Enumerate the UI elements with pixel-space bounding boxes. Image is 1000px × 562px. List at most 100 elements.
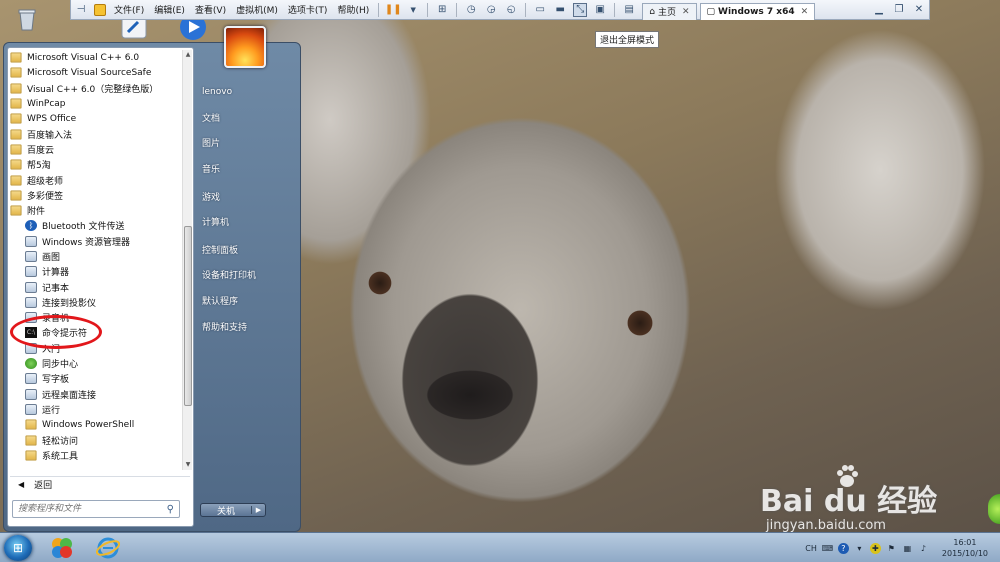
start-right-item[interactable]: 音乐 — [202, 156, 298, 182]
program-item[interactable]: 多彩便签 — [10, 188, 182, 203]
search-input[interactable] — [18, 502, 158, 516]
program-label: 运行 — [42, 405, 61, 416]
program-item[interactable]: 同步中心 — [10, 356, 182, 371]
projector-icon — [25, 296, 37, 308]
program-item[interactable]: 帮5淘 — [10, 157, 182, 172]
folder-icon — [25, 435, 37, 446]
view-console-icon[interactable]: ▭ — [533, 3, 547, 17]
program-item[interactable]: 计算器 — [10, 264, 182, 279]
pause-icon[interactable]: ❚❚ — [385, 3, 402, 17]
menu-view[interactable]: 查看(V) — [190, 3, 231, 16]
menu-vm[interactable]: 虚拟机(M) — [231, 3, 283, 16]
unity-icon[interactable]: ▣ — [593, 3, 607, 17]
menu-help[interactable]: 帮助(H) — [332, 3, 374, 16]
network-tray-icon[interactable]: ▦ — [902, 543, 913, 554]
menu-edit[interactable]: 编辑(E) — [149, 3, 190, 16]
program-item[interactable]: Microsoft Visual SourceSafe — [10, 65, 182, 80]
program-label: 记事本 — [42, 283, 70, 294]
program-item[interactable]: Visual C++ 6.0（完整绿色版） — [10, 81, 182, 96]
volume-icon[interactable]: ♪ — [918, 543, 929, 554]
program-item[interactable]: Windows PowerShell — [10, 417, 182, 432]
program-item[interactable]: 写字板 — [10, 371, 182, 386]
program-item[interactable]: 超级老师 — [10, 172, 182, 187]
start-button[interactable]: ⊞ — [4, 535, 32, 561]
program-item[interactable]: Microsoft Visual C++ 6.0 — [10, 50, 182, 65]
recycle-bin-icon[interactable] — [14, 6, 40, 32]
scroll-thumb[interactable] — [184, 226, 192, 406]
snapshot-manager-icon[interactable]: ◵ — [504, 3, 518, 17]
program-item[interactable]: 连接到投影仪 — [10, 295, 182, 310]
scroll-up-icon[interactable]: ▲ — [184, 51, 192, 59]
search-box[interactable]: ⚲ — [12, 500, 180, 518]
program-item[interactable]: 记事本 — [10, 279, 182, 294]
start-right-item[interactable]: lenovo — [202, 79, 298, 105]
start-right-item[interactable]: 计算机 — [202, 209, 298, 235]
program-item[interactable]: 百度输入法 — [10, 126, 182, 141]
program-label: 写字板 — [42, 375, 70, 386]
minimize-icon[interactable]: ▁ — [872, 3, 886, 17]
program-item[interactable]: WinPcap — [10, 96, 182, 111]
security-icon[interactable]: ✚ — [869, 542, 881, 554]
vm-toolbar-pin-icon[interactable]: ⊣ — [74, 3, 88, 17]
revert-snapshot-icon[interactable]: ◶ — [484, 3, 498, 17]
program-item[interactable]: 百度云 — [10, 142, 182, 157]
view-quick-switch-icon[interactable]: ▬ — [553, 3, 567, 17]
shutdown-button[interactable]: 关机 ▶ — [200, 503, 266, 517]
program-item[interactable]: 画图 — [10, 249, 182, 264]
scrollbar[interactable]: ▲ ▼ — [182, 50, 192, 470]
language-indicator[interactable]: CH — [805, 544, 817, 553]
help-icon[interactable]: ? — [837, 542, 849, 554]
shutdown-label: 关机 — [216, 506, 235, 517]
start-right-item[interactable]: 帮助和支持 — [202, 313, 298, 339]
shutdown-options-icon[interactable]: ▶ — [251, 506, 265, 514]
start-right-item[interactable]: 文档 — [202, 105, 298, 131]
taskbar-ie[interactable] — [88, 535, 128, 561]
folder-icon — [25, 419, 37, 430]
close-icon[interactable]: ✕ — [682, 7, 690, 17]
program-item[interactable]: WPS Office — [10, 111, 182, 126]
snapshot-icon[interactable]: ◷ — [464, 3, 478, 17]
notepad-icon — [25, 281, 37, 293]
taskbar-app-1[interactable] — [42, 535, 82, 561]
menu-file[interactable]: 文件(F) — [109, 3, 149, 16]
program-item[interactable]: 运行 — [10, 402, 182, 417]
start-right-item[interactable]: 控制面板 — [202, 237, 298, 263]
program-item[interactable]: 附件 — [10, 203, 182, 218]
exit-fullscreen-icon[interactable]: ⤡ — [573, 2, 588, 17]
bluetooth-icon: ᛒ — [25, 220, 37, 232]
program-label: 百度输入法 — [27, 130, 73, 141]
search-icon[interactable]: ⚲ — [167, 504, 174, 515]
program-label: 轻松访问 — [42, 436, 79, 447]
toolbar-separator — [614, 2, 616, 17]
action-center-flag-icon[interactable]: ⚑ — [886, 543, 897, 554]
network-icon[interactable]: ⊞ — [435, 3, 449, 17]
program-item[interactable]: 轻松访问 — [10, 432, 182, 447]
close-icon[interactable]: ✕ — [801, 7, 809, 17]
tab-home[interactable]: ⌂ 主页 ✕ — [642, 2, 697, 20]
program-label: Microsoft Visual SourceSafe — [27, 67, 152, 78]
user-avatar[interactable] — [224, 26, 266, 68]
back-button[interactable]: ◀ 返回 — [10, 476, 190, 492]
tab-windows7[interactable]: ▢ Windows 7 x64 ✕ — [699, 2, 816, 20]
close-window-icon[interactable]: ✕ — [912, 3, 926, 17]
program-item[interactable]: ᛒ Bluetooth 文件传送 — [10, 218, 182, 233]
library-icon[interactable]: ▤ — [622, 3, 636, 17]
start-right-item[interactable]: 默认程序 — [202, 288, 298, 314]
keyboard-icon[interactable]: ⌨ — [822, 543, 834, 554]
folder-icon — [10, 98, 22, 109]
chevron-down-icon[interactable]: ▼ — [406, 3, 420, 17]
start-menu-right-pane: lenovo 文档 图片 音乐 游戏 计算机 控制面板 设备和打印机 默认程序 帮助和支持 — [202, 79, 298, 339]
program-item[interactable]: Windows 资源管理器 — [10, 234, 182, 249]
restore-icon[interactable]: ❐ — [892, 3, 906, 17]
program-item[interactable]: 远程桌面连接 — [10, 387, 182, 402]
scroll-down-icon[interactable]: ▼ — [184, 461, 192, 469]
program-label: 多彩便签 — [27, 191, 64, 202]
start-right-item[interactable]: 游戏 — [202, 183, 298, 209]
start-right-item[interactable]: 图片 — [202, 130, 298, 156]
floating-widget-icon[interactable] — [988, 494, 1000, 524]
start-right-item[interactable]: 设备和打印机 — [202, 262, 298, 288]
program-item[interactable]: 系统工具 — [10, 448, 182, 463]
menu-tabs[interactable]: 选项卡(T) — [283, 3, 333, 16]
clock[interactable]: 16:01 2015/10/10 — [942, 537, 988, 559]
chevron-down-icon[interactable]: ▾ — [854, 543, 865, 554]
